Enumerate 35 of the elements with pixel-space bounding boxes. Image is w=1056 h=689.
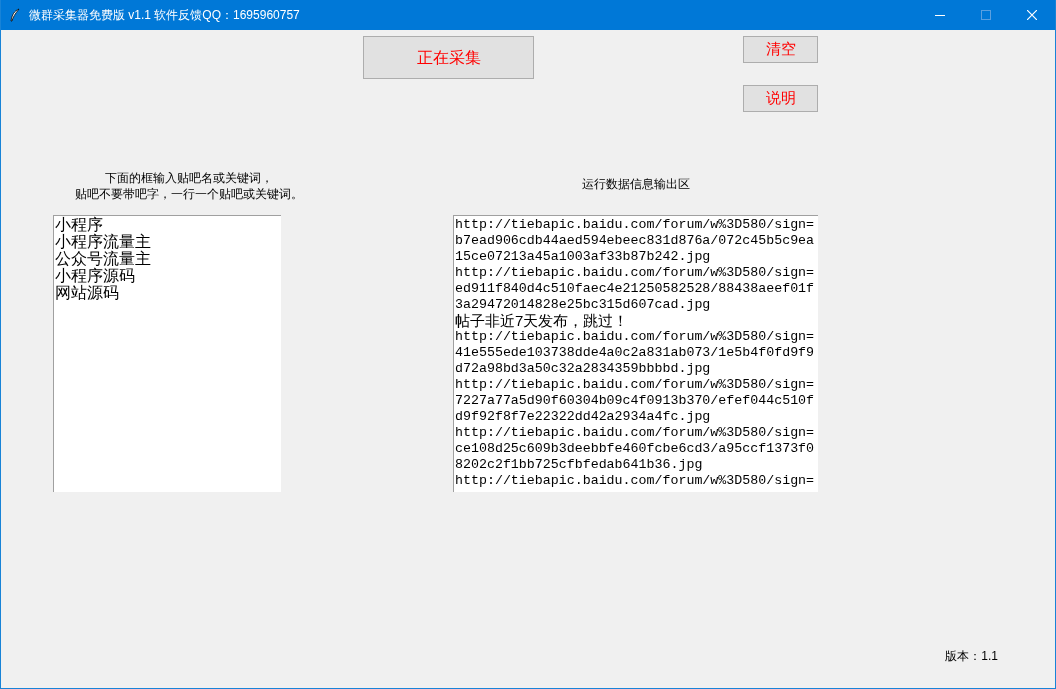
log-url-line: 7227a77a5d90f60304b09c4f0913b370/efef044c510f <box>455 393 815 409</box>
log-url-line: ed911f840d4c510faec4e21250582528/88438aeef01f <box>455 281 815 297</box>
keyword-line: 小程序流量主 <box>55 233 151 250</box>
log-url-line: b7ead906cdb44aed594ebeec831d876a/072c45b5c9ea <box>455 233 815 249</box>
keyword-line: 公众号流量主 <box>55 250 151 267</box>
close-icon <box>1027 10 1037 20</box>
log-url-line: http://tiebapic.baidu.com/forum/w%3D580/sign= <box>455 473 815 489</box>
log-url-line: http://tiebapic.baidu.com/forum/w%3D580/sign= <box>455 377 815 393</box>
collect-button[interactable]: 正在采集 <box>363 36 534 79</box>
log-url-line: 3a29472014828e25bc315d607cad.jpg <box>455 297 711 313</box>
log-url-line: d72a98bd3a50c32a2834359bbbbd.jpg <box>455 361 711 377</box>
log-url-line: 15ce07213a45a1003af33b87b242.jpg <box>455 249 711 265</box>
log-url-line: http://tiebapic.baidu.com/forum/w%3D580/sign= <box>455 425 815 441</box>
instruction-text: 下面的框输入贴吧名或关键词， <box>105 171 273 186</box>
version-label: 版本：1.1 <box>945 648 998 665</box>
log-message-line: 帖子非近7天发布，跳过！ <box>455 313 629 329</box>
clear-button[interactable]: 清空 <box>743 36 818 63</box>
minimize-icon <box>935 14 945 16</box>
log-url-line: d9f92f8f7e22322dd42a2934a4fc.jpg <box>455 409 711 425</box>
log-url-line: http://tiebapic.baidu.com/forum/w%3D580/sign= <box>455 217 815 233</box>
help-button[interactable]: 说明 <box>743 85 818 112</box>
log-url-line: http://tiebapic.baidu.com/forum/w%3D580/sign= <box>455 329 815 345</box>
keyword-line: 小程序源码 <box>55 267 135 284</box>
keyword-line: 小程序 <box>55 216 103 233</box>
log-url-line: ce108d25c609b3deebbfe460fcbe6cd3/a95ccf1373f0 <box>455 441 815 457</box>
window-title: 微群采集器免费版 v1.1 软件反馈QQ：1695960757 <box>29 7 300 24</box>
output-area-label: 运行数据信息输出区 <box>581 176 690 192</box>
maximize-icon <box>981 10 991 20</box>
keyword-line: 网站源码 <box>55 284 119 301</box>
keyword-input-field[interactable]: 小程序 小程序流量主 公众号流量主 小程序源码 网站源码 <box>53 215 281 492</box>
log-url-line: 41e555ede103738dde4a0c2a831ab073/1e5b4f0fd9f9 <box>455 345 815 361</box>
feather-icon <box>9 8 21 22</box>
log-url-line: http://tiebapic.baidu.com/forum/w%3D580/sign= <box>455 265 815 281</box>
instruction-text: 贴吧不要带吧字，一行一个贴吧或关键词。 <box>75 187 303 202</box>
log-url-line: 8202c2f1bb725cfbfedab641b36.jpg <box>455 457 703 473</box>
